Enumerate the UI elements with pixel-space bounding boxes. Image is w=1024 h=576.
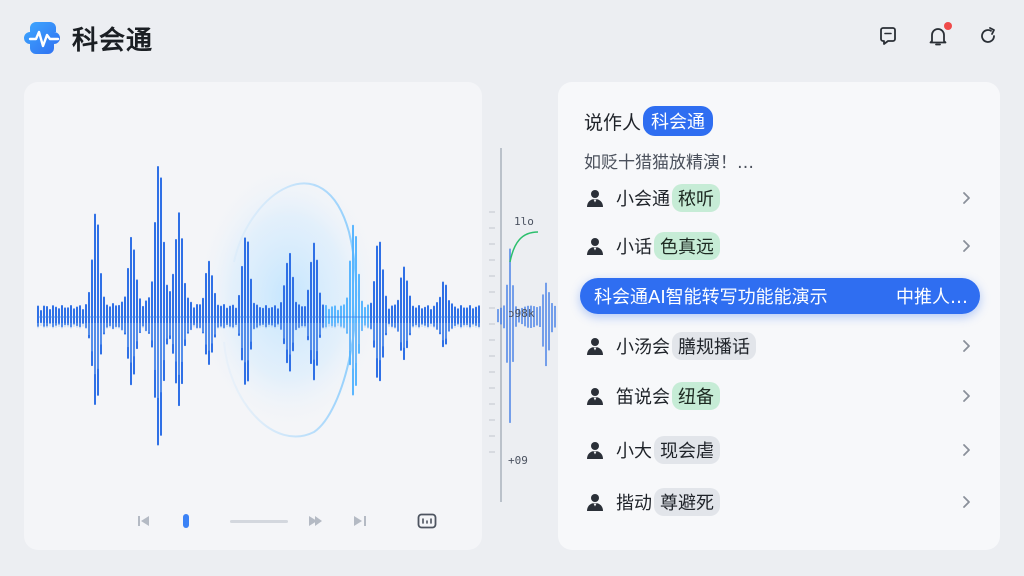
speaker-tag: 纽备 bbox=[672, 382, 720, 410]
chat-icon bbox=[880, 27, 896, 45]
speaker-name: 小会通 bbox=[616, 189, 670, 210]
app-logo: 科会通 bbox=[24, 18, 153, 58]
chevron-right-icon bbox=[958, 386, 976, 406]
scale-label-top: 1lo bbox=[514, 215, 534, 228]
chevron-right-icon bbox=[958, 440, 976, 460]
notification-badge bbox=[944, 22, 952, 30]
speaker-name: 揩动 bbox=[616, 493, 652, 514]
list-title: 说作人 科会通 bbox=[584, 106, 714, 136]
active-row-text: 科会通AI智能转写功能能演示 bbox=[594, 287, 828, 308]
play-pause-icon bbox=[183, 514, 189, 528]
audio-waveform bbox=[37, 162, 480, 446]
scale-strip: 1lo ɔ98k +09 bbox=[484, 82, 558, 550]
refresh-icon bbox=[981, 27, 995, 43]
list-subtitle: 如贬十猎猫放精演！… bbox=[584, 153, 754, 173]
speaker-tag: 膳规播话 bbox=[672, 332, 756, 360]
speaker-name: 小话 bbox=[616, 237, 652, 258]
speaker-row[interactable]: 小大 现会虐 bbox=[584, 432, 978, 468]
logo-icon bbox=[24, 22, 60, 54]
next-button[interactable] bbox=[306, 510, 326, 532]
speaker-row[interactable]: 揩动 尊避死 bbox=[584, 484, 978, 520]
speaker-list-panel: 说作人 科会通 如贬十猎猫放精演！… 小会通 秾听 小话 色真远 小汤会 膳规播话 笛说会纽… bbox=[558, 82, 1000, 550]
skip-end-button[interactable] bbox=[350, 510, 370, 532]
speaker-name: 小汤会 bbox=[616, 337, 670, 358]
app-name: 科会通 bbox=[72, 25, 154, 56]
speaker-tag: 尊避死 bbox=[654, 488, 720, 516]
speaker-name: 小大 bbox=[616, 441, 652, 462]
header-actions bbox=[876, 22, 1000, 48]
user-icon bbox=[584, 187, 606, 209]
play-pause-button[interactable] bbox=[178, 510, 194, 532]
user-icon bbox=[584, 335, 606, 357]
chevron-right-icon bbox=[958, 492, 976, 512]
playback-controls bbox=[24, 510, 482, 532]
waveform-panel bbox=[24, 82, 482, 550]
caption-icon bbox=[417, 513, 437, 529]
chevron-right-icon bbox=[958, 236, 976, 256]
speaker-row[interactable]: 小汤会 膳规播话 bbox=[584, 328, 978, 364]
user-icon bbox=[584, 385, 606, 407]
user-icon bbox=[584, 235, 606, 257]
active-row-right-text: 中推人… bbox=[896, 287, 968, 308]
scale-label-mid: ɔ98k bbox=[508, 307, 535, 320]
speaker-row[interactable]: 小话 色真远 bbox=[584, 228, 978, 264]
next-icon bbox=[309, 516, 322, 526]
chevron-right-icon bbox=[958, 336, 976, 356]
skip-end-icon bbox=[354, 516, 366, 526]
scale-label-bottom: +09 bbox=[508, 454, 528, 467]
speaker-tag: 秾听 bbox=[672, 184, 720, 212]
caption-button[interactable] bbox=[414, 510, 440, 532]
user-icon bbox=[584, 491, 606, 513]
list-title-chip: 科会通 bbox=[643, 106, 714, 136]
previous-button[interactable] bbox=[134, 510, 154, 532]
progress-bar[interactable] bbox=[230, 520, 288, 523]
speaker-name: 笛说会 bbox=[616, 387, 670, 408]
speaker-row[interactable]: 笛说会 纽备 bbox=[584, 378, 978, 414]
speaker-tag: 色真远 bbox=[654, 232, 720, 260]
active-transcript-row[interactable]: 科会通AI智能转写功能能演示 中推人… bbox=[580, 278, 980, 314]
refresh-button[interactable] bbox=[976, 24, 1000, 48]
user-icon bbox=[584, 439, 606, 461]
speaker-row[interactable]: 小会通 秾听 bbox=[584, 180, 978, 216]
list-title-text: 说作人 bbox=[584, 111, 642, 134]
previous-icon bbox=[138, 516, 149, 526]
chat-button[interactable] bbox=[876, 24, 900, 48]
chevron-right-icon bbox=[958, 188, 976, 208]
speaker-tag: 现会虐 bbox=[654, 436, 720, 464]
notification-button[interactable] bbox=[926, 22, 952, 48]
